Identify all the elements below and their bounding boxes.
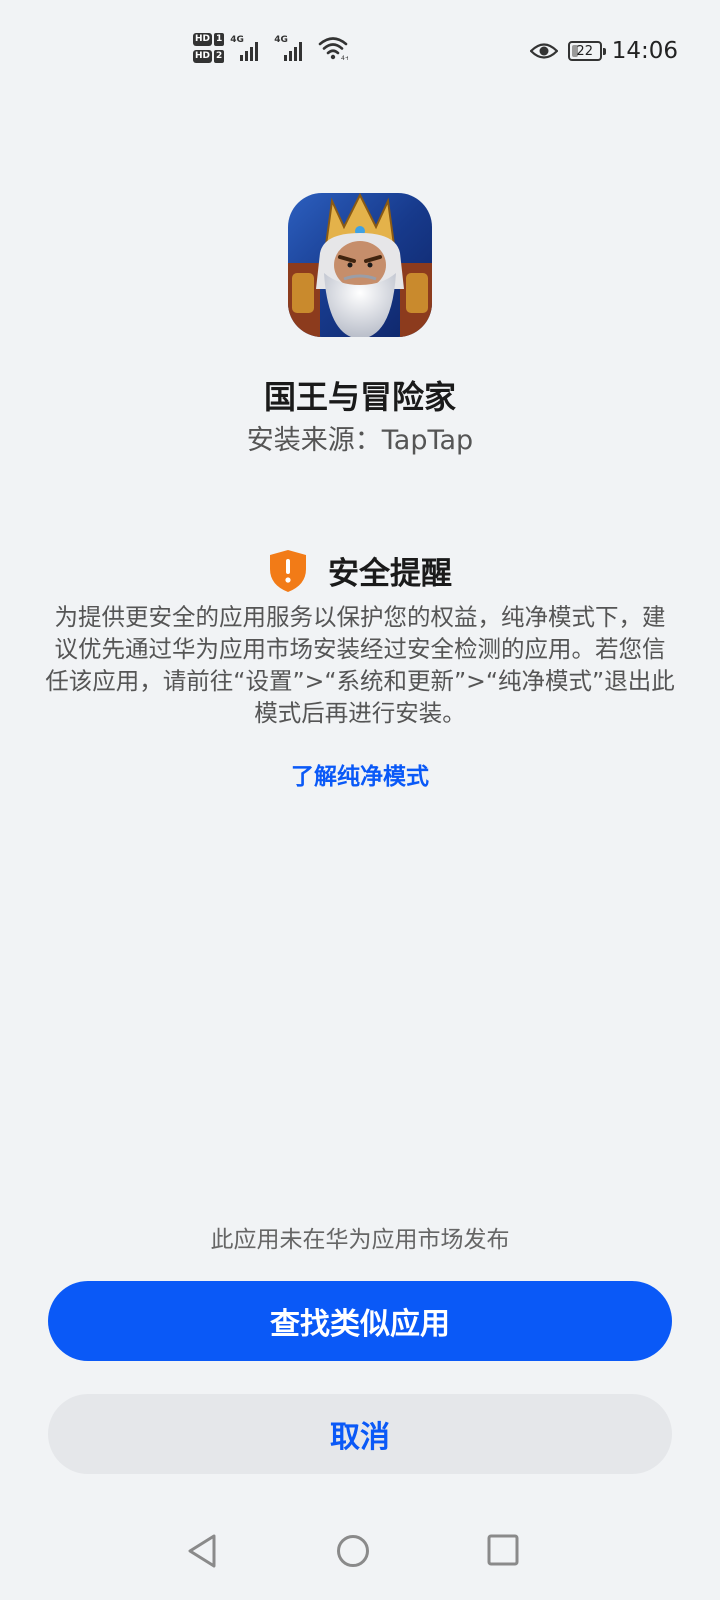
learn-pure-mode-link[interactable]: 了解纯净模式	[0, 757, 720, 791]
signal-icon: 4G	[230, 35, 268, 61]
battery-icon: 22	[567, 41, 606, 61]
install-source: 安装来源：TapTap	[246, 425, 474, 456]
wifi-icon: 4+	[318, 37, 348, 61]
hd-badge-sim2: HD 2	[193, 50, 225, 63]
cancel-button[interactable]: 取消	[48, 1394, 672, 1474]
status-bar-left: HD 1 HD 2 4G 4G 4+	[193, 33, 348, 63]
security-description: 为提供更安全的应用服务以保护您的权益，纯净模式下，建议优先通过华为应用市场安装经…	[45, 603, 675, 727]
security-title-row: 安全提醒	[0, 548, 720, 593]
not-published-notice: 此应用未在华为应用市场发布	[210, 1227, 510, 1253]
eye-comfort-icon	[529, 43, 558, 59]
status-bar: HD 1 HD 2 4G 4G 4+ 22 14:06	[0, 0, 720, 108]
signal-icon: 4G	[274, 35, 312, 61]
security-title: 安全提醒	[328, 556, 452, 592]
app-name: 国王与冒险家	[263, 378, 456, 416]
find-similar-apps-button[interactable]: 查找类似应用	[48, 1281, 672, 1361]
back-icon[interactable]	[186, 1534, 218, 1568]
hd-indicators: HD 1 HD 2	[193, 33, 225, 63]
clock: 14:06	[611, 38, 678, 64]
hd-label: HD	[193, 33, 213, 46]
shield-warning-icon	[270, 549, 306, 592]
hd-badge-sim1: HD 1	[193, 33, 225, 46]
sim-index: 1	[214, 33, 225, 46]
status-bar-right: 22 14:06	[529, 38, 678, 64]
home-icon[interactable]	[336, 1534, 370, 1568]
sim-index: 2	[214, 50, 225, 63]
recents-icon[interactable]	[487, 1534, 519, 1566]
navigation-bar	[0, 1534, 720, 1584]
app-icon	[288, 193, 432, 337]
svg-text:4+: 4+	[341, 55, 348, 61]
battery-level: 22	[576, 43, 593, 59]
hd-label: HD	[193, 50, 213, 63]
